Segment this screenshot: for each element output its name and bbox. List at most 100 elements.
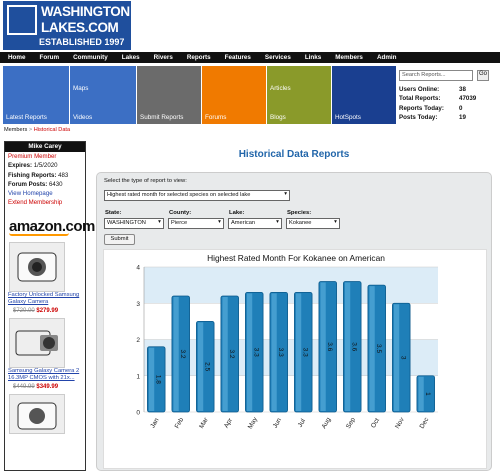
page-title: Historical Data Reports (238, 149, 350, 160)
expires-value: 1/5/2020 (33, 162, 58, 170)
member-expires: Expires: 1/5/2020 (5, 161, 85, 170)
lake-label: Lake: (229, 210, 245, 216)
posts-value: 6430 (48, 180, 63, 188)
county-select[interactable]: Pierce (168, 218, 224, 229)
stat-label: Total Reports: (399, 95, 441, 103)
x-tick-label: Aug (321, 416, 333, 430)
species-select[interactable]: Kokanee (286, 218, 340, 229)
stat-row: Reports Today: 0 (399, 105, 489, 112)
product-image-camera-3[interactable] (9, 393, 65, 434)
nav-item[interactable]: Forum (40, 54, 60, 61)
product-link-1[interactable]: Factory Unlocked Samsung Galaxy Camera (5, 292, 85, 306)
member-posts: Forum Posts: 6430 (5, 180, 85, 189)
state-label: State: (105, 210, 122, 216)
logo-line-1: WASHINGTON (41, 4, 130, 19)
nav-item[interactable]: Links (305, 54, 321, 61)
bar-data-label: 2.5 (203, 362, 210, 371)
nav-item[interactable]: Admin (377, 54, 397, 61)
tile-label: Forums (205, 114, 227, 121)
bar-highlight (418, 376, 424, 411)
nav-item[interactable]: Features (225, 54, 251, 61)
nav-item[interactable]: Rivers (154, 54, 173, 61)
bar-highlight (148, 347, 155, 411)
submit-button[interactable]: Submit (104, 234, 135, 245)
bar-data-label: 3.5 (375, 344, 382, 353)
member-status: Premium Member (8, 153, 57, 160)
bar-data-label: 3.2 (228, 349, 235, 358)
stat-value: 38 (459, 86, 466, 93)
x-tick-label: Dec (419, 416, 431, 430)
nav-item[interactable]: Lakes (122, 54, 140, 61)
x-tick-label: May (247, 416, 260, 431)
bar-chart: Highest Rated Month For Kokanee on Ameri… (136, 253, 438, 431)
bar-data-label: 1.8 (154, 375, 161, 384)
bar-highlight (393, 304, 400, 411)
sale-price-1: $279.99 (36, 307, 59, 314)
reports-value: 483 (58, 171, 69, 179)
species-label: Species: (287, 210, 312, 216)
bar-data-label: 3.6 (326, 342, 333, 351)
nav-item[interactable]: Services (265, 54, 291, 61)
search-input[interactable]: Search Reports... (399, 70, 473, 81)
chart-title: Highest Rated Month For Kokanee on Ameri… (207, 253, 385, 263)
breadcrumb-members[interactable]: Members (4, 127, 27, 133)
amazon-brand: amazon.com (9, 217, 95, 235)
product-image-camera-2[interactable] (9, 317, 65, 368)
stat-row: Total Reports: 47039 (399, 95, 489, 102)
report-type-select[interactable]: Highest rated month for selected species… (104, 190, 290, 201)
tile-label-wrap: Videos (70, 66, 136, 124)
bar-data-label: 3.6 (350, 342, 357, 351)
x-tick-label: Jun (272, 417, 283, 430)
bar-data-label: 1 (424, 392, 431, 396)
nav-item[interactable]: Home (8, 54, 26, 61)
sale-price-2: $349.99 (36, 383, 59, 390)
state-select[interactable]: WASHINGTON (104, 218, 164, 229)
x-tick-label: Sep (345, 416, 357, 430)
x-tick-label: Oct (370, 417, 381, 429)
tile-label-wrap: Submit Reports (137, 66, 201, 124)
site-header: WASHINGTON LAKES.COM ESTABLISHED 1997 (0, 0, 500, 52)
tile-label-wrap: Forums (202, 66, 266, 124)
report-panel: Select the type of report to view: Highe… (96, 172, 492, 471)
tile-label: Latest Reports (6, 114, 47, 121)
washington-state-logo-mark (7, 5, 37, 35)
member-name: Mike Carey (5, 142, 85, 152)
tile-label: Submit Reports (140, 114, 184, 121)
site-logo[interactable]: WASHINGTON LAKES.COM ESTABLISHED 1997 (3, 1, 131, 50)
product-link-2[interactable]: Samsung Galaxy Camera 2 16.3MP CMOS with… (5, 368, 85, 382)
bar-highlight (222, 297, 228, 411)
bar-highlight (344, 282, 351, 411)
extend-membership-link[interactable]: Extend Membership (5, 198, 85, 207)
breadcrumb-separator: > (28, 127, 33, 133)
logo-line-2: LAKES.COM (41, 20, 119, 35)
stat-label: Posts Today: (399, 113, 438, 121)
breadcrumb-current: Historical Data (33, 127, 71, 133)
bar-highlight (369, 286, 375, 411)
breadcrumb: Members > Historical Data (4, 127, 70, 133)
bar-data-label: 3.3 (252, 348, 259, 357)
lake-select[interactable]: American (228, 218, 282, 229)
view-homepage-link[interactable]: View Homepage (5, 189, 85, 198)
nav-item[interactable]: Members (335, 54, 363, 61)
expires-label: Expires: (8, 162, 33, 170)
bar-highlight (320, 282, 326, 411)
product-image-camera-1[interactable] (9, 241, 65, 292)
posts-label: Forum Posts: (8, 180, 48, 188)
tile-label: HotSpots (335, 114, 361, 121)
search-go-button[interactable]: Go (477, 70, 489, 81)
bar-data-label: 3.3 (301, 348, 308, 357)
amazon-logo[interactable]: amazon.com (9, 218, 95, 236)
bar-highlight (173, 297, 179, 411)
y-tick-label: 1 (136, 373, 140, 380)
nav-item[interactable]: Community (73, 54, 108, 61)
x-tick-label: Jul (297, 417, 307, 428)
chart-container: Highest Rated Month For Kokanee on Ameri… (103, 249, 487, 469)
stat-value: 19 (459, 113, 466, 121)
site-stats: Search Reports... Go Users Online: 38 Tota… (397, 66, 497, 124)
x-tick-label: Mar (198, 416, 210, 430)
y-tick-label: 0 (136, 410, 140, 417)
nav-item[interactable]: Reports (187, 54, 211, 61)
bar-highlight (246, 293, 253, 411)
x-tick-label: Jan (149, 417, 160, 430)
bar-highlight (295, 293, 302, 411)
